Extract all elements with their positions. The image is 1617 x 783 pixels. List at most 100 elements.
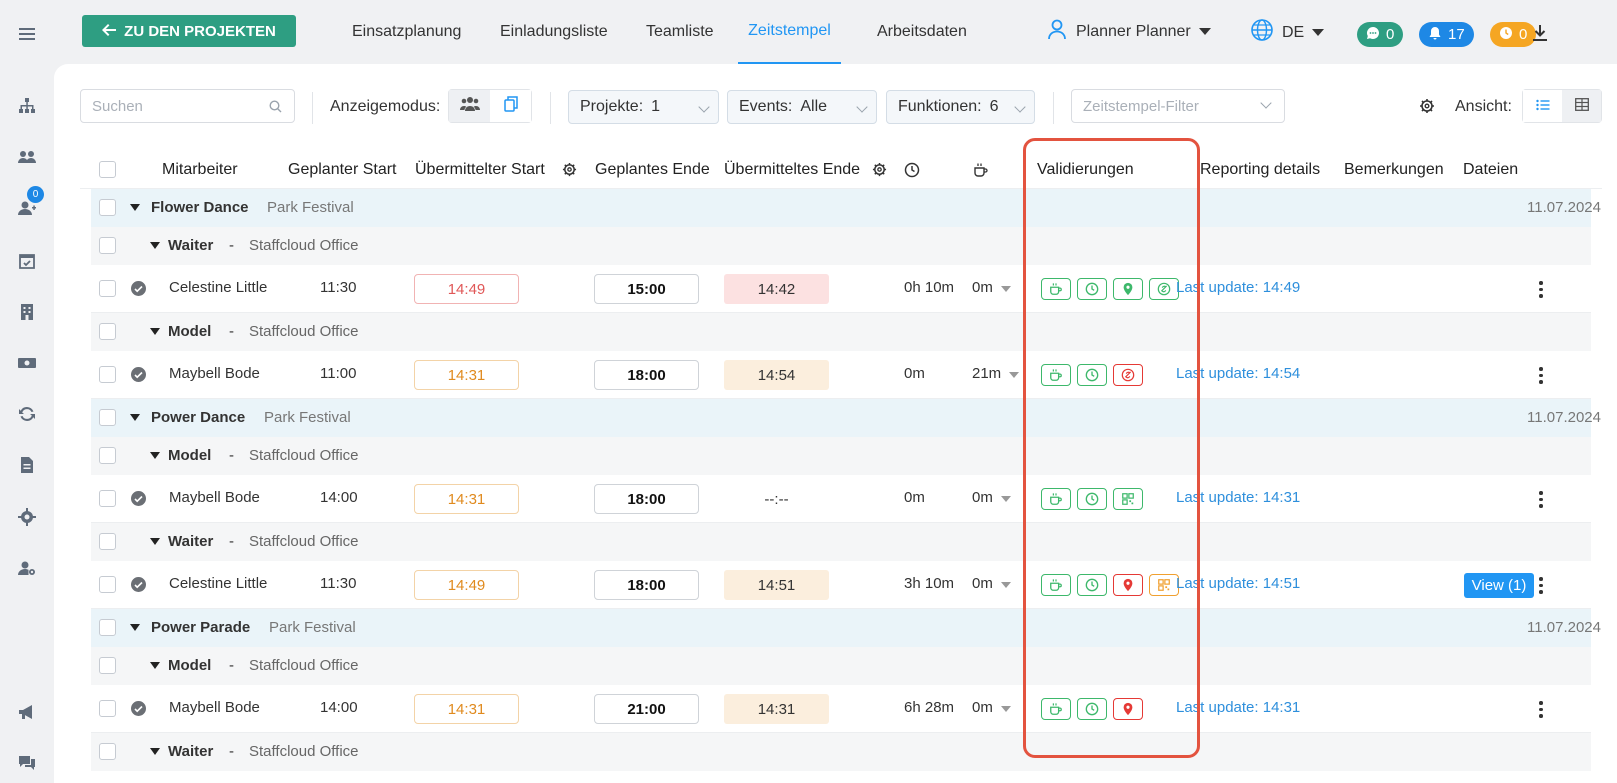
table-row[interactable]: Maybell Bode 14:00 14:31 21:00 14:31 6h …: [91, 685, 1591, 733]
col-validierungen[interactable]: Validierungen: [1037, 150, 1134, 189]
collapse-icon[interactable]: [150, 538, 160, 545]
users-icon[interactable]: [15, 145, 39, 169]
table-row[interactable]: Celestine Little 11:30 14:49 15:00 14:42…: [91, 265, 1591, 313]
view-files-button[interactable]: View (1): [1464, 573, 1534, 598]
calendar-icon[interactable]: [15, 249, 39, 273]
funktionen-dropdown[interactable]: Funktionen: 6: [886, 90, 1035, 124]
collapse-icon[interactable]: [150, 328, 160, 335]
tab-arbeitsdaten[interactable]: Arbeitsdaten: [877, 0, 967, 64]
row-checkbox[interactable]: [99, 490, 116, 507]
break-validation-icon[interactable]: [1041, 488, 1071, 510]
break-value[interactable]: 21m: [972, 365, 1001, 382]
tab-teamliste[interactable]: Teamliste: [646, 0, 714, 64]
chevron-down-icon[interactable]: [1009, 372, 1019, 378]
col-mitarbeiter[interactable]: Mitarbeiter: [162, 150, 238, 189]
tab-zeitstempel[interactable]: Zeitstempel: [738, 0, 841, 64]
time-validation-icon[interactable]: [1077, 364, 1107, 386]
row-checkbox[interactable]: [99, 366, 116, 383]
function-row[interactable]: Model - Staffcloud Office: [91, 647, 1591, 685]
nfc-validation-icon[interactable]: [1113, 364, 1143, 386]
planned-end-field[interactable]: 18:00: [594, 570, 699, 600]
hierarchy-icon[interactable]: [15, 94, 39, 118]
row-checkbox[interactable]: [99, 280, 116, 297]
more-options-icon[interactable]: [1539, 701, 1543, 718]
time-validation-icon[interactable]: [1077, 698, 1107, 720]
break-value[interactable]: 0m: [972, 699, 993, 716]
col-geplanter-start[interactable]: Geplanter Start: [288, 150, 397, 189]
notification-counter[interactable]: 17: [1419, 22, 1474, 47]
row-checkbox[interactable]: [99, 743, 116, 760]
collapse-icon[interactable]: [150, 662, 160, 669]
break-value[interactable]: 0m: [972, 279, 993, 296]
more-options-icon[interactable]: [1539, 281, 1543, 298]
building-icon[interactable]: [15, 300, 39, 324]
last-update-link[interactable]: Last update: 14:54: [1176, 365, 1300, 382]
language-selector[interactable]: DE: [1250, 18, 1325, 47]
employee-name[interactable]: Maybell Bode: [169, 489, 260, 506]
last-update-link[interactable]: Last update: 14:31: [1176, 489, 1300, 506]
col-uebermittelter-start[interactable]: Übermittelter Start: [415, 150, 545, 189]
chevron-down-icon[interactable]: [1001, 496, 1011, 502]
events-dropdown[interactable]: Events: Alle: [727, 90, 877, 124]
submitted-start-field[interactable]: 14:31: [414, 484, 519, 514]
break-validation-icon[interactable]: [1041, 574, 1071, 596]
row-checkbox[interactable]: [99, 700, 116, 717]
last-update-link[interactable]: Last update: 14:49: [1176, 279, 1300, 296]
tab-einladungsliste[interactable]: Einladungsliste: [500, 0, 608, 64]
collapse-icon[interactable]: [150, 748, 160, 755]
time-validation-icon[interactable]: [1077, 488, 1107, 510]
user-settings-icon[interactable]: [15, 556, 39, 580]
collapse-icon[interactable]: [130, 624, 140, 631]
table-row[interactable]: Maybell Bode 11:00 14:31 18:00 14:54 0m …: [91, 351, 1591, 399]
function-row[interactable]: Waiter - Staffcloud Office: [91, 523, 1591, 561]
select-all-checkbox[interactable]: [99, 161, 116, 178]
function-row[interactable]: Waiter - Staffcloud Office: [91, 733, 1591, 771]
menu-icon[interactable]: [15, 22, 39, 46]
chevron-down-icon[interactable]: [1001, 286, 1011, 292]
time-validation-icon[interactable]: [1077, 278, 1107, 300]
employee-name[interactable]: Celestine Little: [169, 279, 267, 296]
break-value[interactable]: 0m: [972, 575, 993, 592]
col-bemerkungen[interactable]: Bemerkungen: [1344, 150, 1444, 189]
grid-view-button[interactable]: [1562, 90, 1601, 122]
function-row[interactable]: Waiter - Staffcloud Office: [91, 227, 1591, 265]
chevron-down-icon[interactable]: [1001, 582, 1011, 588]
planned-end-field[interactable]: 18:00: [594, 484, 699, 514]
timestamp-filter-select[interactable]: Zeitstempel-Filter: [1071, 89, 1285, 123]
function-row[interactable]: Model - Staffcloud Office: [91, 313, 1591, 351]
qr-validation-icon[interactable]: [1113, 488, 1143, 510]
collapse-icon[interactable]: [150, 242, 160, 249]
tab-einsatzplanung[interactable]: Einsatzplanung: [352, 0, 461, 64]
location-validation-icon[interactable]: [1113, 698, 1143, 720]
table-row[interactable]: Celestine Little 11:30 14:49 18:00 14:51…: [91, 561, 1591, 609]
event-row[interactable]: Power Dance Park Festival 11.07.2024: [91, 399, 1601, 437]
row-checkbox[interactable]: [99, 323, 116, 340]
function-row[interactable]: Model - Staffcloud Office: [91, 437, 1591, 475]
time-validation-icon[interactable]: [1077, 574, 1107, 596]
employee-name[interactable]: Maybell Bode: [169, 699, 260, 716]
row-checkbox[interactable]: [99, 237, 116, 254]
chevron-down-icon[interactable]: [1001, 706, 1011, 712]
col-reporting-details[interactable]: Reporting details: [1200, 150, 1320, 189]
last-update-link[interactable]: Last update: 14:51: [1176, 575, 1300, 592]
user-menu[interactable]: Planner Planner: [1046, 18, 1211, 45]
submitted-start-field[interactable]: 14:49: [414, 274, 519, 304]
submitted-start-field[interactable]: 14:49: [414, 570, 519, 600]
collapse-icon[interactable]: [150, 452, 160, 459]
row-checkbox[interactable]: [99, 619, 116, 636]
sync-icon[interactable]: [15, 402, 39, 426]
column-settings-icon[interactable]: [562, 162, 577, 181]
break-value[interactable]: 0m: [972, 489, 993, 506]
search-input[interactable]: Suchen: [80, 89, 295, 123]
break-validation-icon[interactable]: [1041, 698, 1071, 720]
break-validation-icon[interactable]: [1041, 278, 1071, 300]
row-checkbox[interactable]: [99, 576, 116, 593]
event-row[interactable]: Flower Dance Park Festival 11.07.2024: [91, 189, 1601, 227]
gear-icon[interactable]: [15, 505, 39, 529]
settings-icon[interactable]: [1419, 98, 1435, 118]
last-update-link[interactable]: Last update: 14:31: [1176, 699, 1300, 716]
mode-team-button[interactable]: [449, 90, 490, 122]
planned-end-field[interactable]: 21:00: [594, 694, 699, 724]
location-validation-icon[interactable]: [1113, 278, 1143, 300]
break-validation-icon[interactable]: [1041, 364, 1071, 386]
